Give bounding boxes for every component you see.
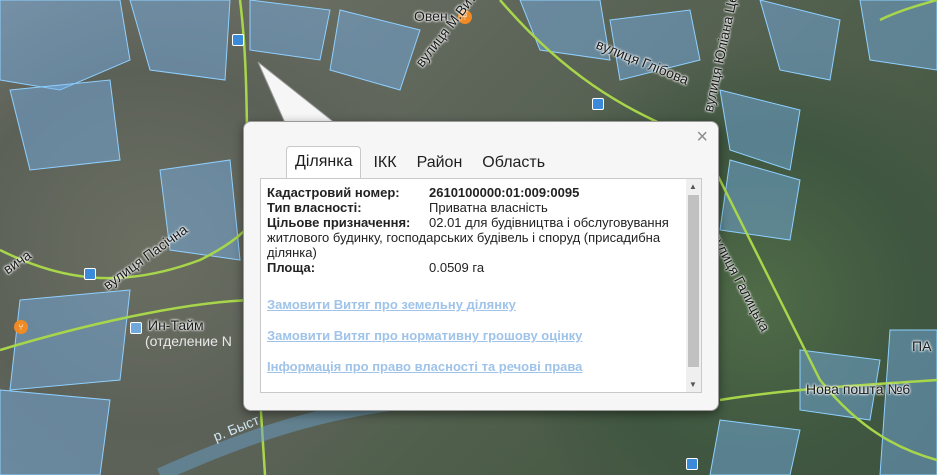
parcel-shape — [759, 0, 841, 81]
map-label-intime: Ин-Тайм — [148, 317, 204, 333]
parcel-shape — [9, 289, 131, 391]
bus-stop-icon[interactable] — [686, 458, 698, 470]
post-office-icon[interactable] — [130, 322, 142, 334]
scrollbar[interactable]: ▲ ▼ — [686, 179, 701, 392]
parcel-shape — [9, 79, 121, 171]
parcel-shape — [709, 419, 801, 475]
river-line — [157, 393, 421, 475]
scroll-up-icon[interactable]: ▲ — [689, 182, 697, 191]
tab-parcel[interactable]: Ділянка — [286, 146, 362, 178]
ownership-rights-link[interactable]: Інформація про право власності та речові… — [267, 359, 582, 374]
cadastral-number-value: 2610100000:01:009:0095 — [429, 185, 580, 200]
parcel-shape — [859, 0, 937, 71]
area-value: 0.0509 га — [429, 260, 485, 275]
parcel-shape — [719, 159, 801, 241]
map-label-nova-poshta: Нова пошта №6 — [806, 381, 911, 397]
scroll-thumb[interactable] — [688, 195, 699, 367]
bus-stop-icon[interactable] — [84, 268, 96, 280]
parcel-shape — [0, 0, 131, 91]
parcel-shape — [0, 389, 111, 475]
ownership-type-value: Приватна власність — [429, 200, 548, 215]
info-row: Площа: 0.0509 га — [267, 260, 677, 275]
restaurant-icon[interactable]: ⑂ — [14, 320, 28, 334]
info-row: Тип власності: Приватна власність — [267, 200, 677, 215]
parcel-info-popup: × Ділянка ІКК Район Область Кадастровий … — [243, 121, 719, 411]
tab-region[interactable]: Область — [474, 148, 553, 178]
tab-district[interactable]: Район — [409, 148, 471, 178]
bus-stop-icon[interactable] — [592, 98, 604, 110]
ownership-type-label: Тип власності: — [267, 200, 362, 215]
close-icon[interactable]: × — [696, 127, 708, 147]
parcel-details-panel[interactable]: Кадастровий номер: 2610100000:01:009:009… — [260, 178, 702, 393]
scroll-down-icon[interactable]: ▼ — [689, 380, 697, 389]
parcel-shape — [249, 0, 331, 61]
order-valuation-extract-link[interactable]: Замовити Витяг про нормативну грошову оц… — [267, 328, 582, 343]
cadastral-number-label: Кадастровий номер: — [267, 185, 400, 200]
tab-ikk[interactable]: ІКК — [365, 148, 404, 178]
parcel-shape — [719, 89, 801, 171]
parcel-shape — [129, 0, 231, 81]
popup-tabs: Ділянка ІКК Район Область — [286, 145, 557, 178]
purpose-value: 02.01 для будівництва і обслуговування ж… — [267, 215, 669, 260]
area-label: Площа: — [267, 260, 316, 275]
bus-stop-icon[interactable] — [232, 34, 244, 46]
map-label-intime-branch: (отделение N — [145, 333, 232, 349]
order-land-extract-link[interactable]: Замовити Витяг про земельну ділянку — [267, 297, 516, 312]
info-row: Кадастровий номер: 2610100000:01:009:009… — [267, 185, 677, 200]
parcel-shape — [329, 9, 421, 91]
map-label-pa: ПА — [912, 338, 932, 354]
